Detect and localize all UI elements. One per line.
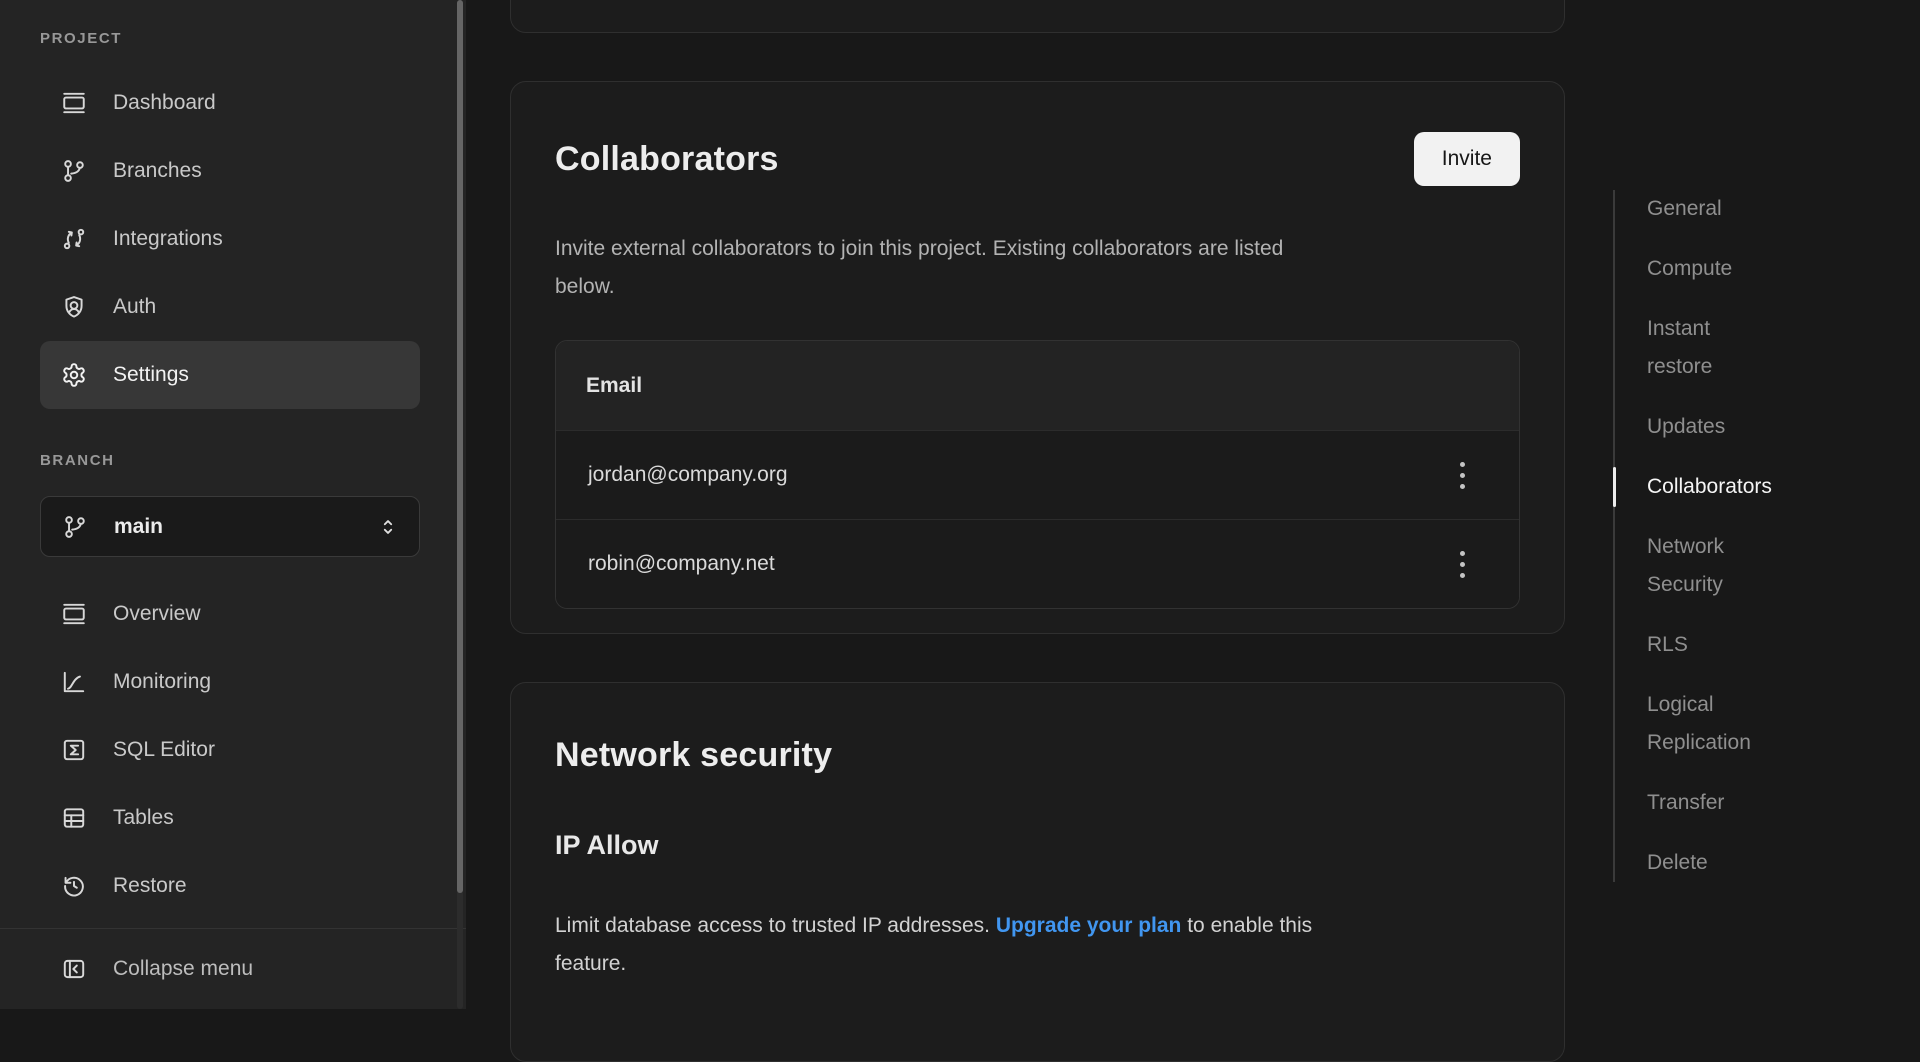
collaborators-description: Invite external collaborators to join th… — [555, 230, 1310, 306]
nav-item-updates[interactable]: Updates — [1647, 408, 1802, 446]
kebab-menu-icon[interactable] — [1454, 545, 1471, 584]
collaborators-table: Email jordan@company.org robin@company.n… — [555, 340, 1520, 609]
sidebar: PROJECT Dashboard Branches — [0, 0, 466, 1009]
nav-item-rls[interactable]: RLS — [1647, 626, 1802, 664]
table-row: robin@company.net — [556, 519, 1519, 608]
sidebar-item-integrations[interactable]: Integrations — [40, 205, 420, 273]
sidebar-item-sql-editor[interactable]: SQL Editor — [40, 716, 420, 784]
gear-icon — [61, 362, 87, 388]
project-section-label: PROJECT — [40, 30, 466, 47]
sidebar-item-label: Dashboard — [113, 91, 216, 115]
git-branch-icon — [61, 158, 87, 184]
overview-icon — [61, 601, 87, 627]
collaborator-email: robin@company.net — [588, 552, 775, 576]
nav-item-general[interactable]: General — [1647, 190, 1802, 228]
sidebar-item-label: Monitoring — [113, 670, 211, 694]
table-header-email: Email — [556, 341, 1519, 430]
ip-allow-subtitle: IP Allow — [555, 827, 1520, 863]
sidebar-item-label: Tables — [113, 806, 174, 830]
collaborators-card: Collaborators Invite Invite external col… — [510, 81, 1565, 634]
integrations-icon — [61, 226, 87, 252]
git-branch-icon — [62, 514, 88, 540]
collaborator-email: jordan@company.org — [588, 463, 788, 487]
settings-section-nav: General Compute Instant restore Updates … — [1613, 190, 1833, 882]
sidebar-item-label: Overview — [113, 602, 201, 626]
upgrade-plan-link[interactable]: Upgrade your plan — [996, 914, 1182, 937]
restore-history-icon — [61, 873, 87, 899]
nav-item-network-security[interactable]: Network Security — [1647, 528, 1802, 604]
sidebar-item-branches[interactable]: Branches — [40, 137, 420, 205]
sidebar-item-auth[interactable]: Auth — [40, 273, 420, 341]
nav-item-transfer[interactable]: Transfer — [1647, 784, 1802, 822]
monitoring-icon — [61, 669, 87, 695]
nav-item-collaborators[interactable]: Collaborators — [1647, 468, 1802, 506]
unfold-chevron-icon — [377, 516, 399, 538]
sidebar-item-monitoring[interactable]: Monitoring — [40, 648, 420, 716]
sidebar-scrollbar-thumb[interactable] — [457, 0, 463, 893]
branch-section-label: BRANCH — [40, 452, 466, 469]
nav-item-label: Collaborators — [1647, 475, 1772, 498]
sidebar-item-overview[interactable]: Overview — [40, 580, 420, 648]
nav-item-logical-replication[interactable]: Logical Replication — [1647, 686, 1802, 762]
previous-card-partial — [510, 0, 1565, 33]
sidebar-item-label: Integrations — [113, 227, 223, 251]
kebab-menu-icon[interactable] — [1454, 456, 1471, 495]
sidebar-item-label: SQL Editor — [113, 738, 215, 762]
sidebar-item-label: Settings — [113, 363, 189, 387]
branch-selector[interactable]: main — [40, 496, 420, 557]
invite-button[interactable]: Invite — [1414, 132, 1520, 186]
sidebar-item-label: Branches — [113, 159, 202, 183]
auth-shield-icon — [61, 294, 87, 320]
dashboard-icon — [61, 90, 87, 116]
network-security-card: Network security IP Allow Limit database… — [510, 682, 1565, 1062]
description-text: Limit database access to trusted IP addr… — [555, 914, 996, 937]
branch-nav: Overview Monitoring SQL Editor — [40, 580, 420, 920]
active-indicator — [1613, 467, 1616, 507]
nav-item-delete[interactable]: Delete — [1647, 844, 1802, 882]
sidebar-item-tables[interactable]: Tables — [40, 784, 420, 852]
tables-icon — [61, 805, 87, 831]
collaborators-title: Collaborators — [555, 137, 779, 181]
collapse-menu-button[interactable]: Collapse menu — [40, 929, 420, 1009]
sidebar-item-restore[interactable]: Restore — [40, 852, 420, 920]
sidebar-item-label: Auth — [113, 295, 156, 319]
project-nav: Dashboard Branches Integrations — [40, 69, 420, 409]
sidebar-item-settings[interactable]: Settings — [40, 341, 420, 409]
panel-collapse-icon — [61, 956, 87, 982]
table-row: jordan@company.org — [556, 430, 1519, 519]
sql-editor-icon — [61, 737, 87, 763]
sidebar-item-label: Restore — [113, 874, 187, 898]
network-security-title: Network security — [555, 733, 1520, 777]
nav-item-compute[interactable]: Compute — [1647, 250, 1802, 288]
sidebar-item-dashboard[interactable]: Dashboard — [40, 69, 420, 137]
nav-item-instant-restore[interactable]: Instant restore — [1647, 310, 1802, 386]
collapse-menu-label: Collapse menu — [113, 957, 253, 981]
branch-selector-value: main — [114, 515, 163, 539]
ip-allow-description: Limit database access to trusted IP addr… — [555, 907, 1365, 983]
